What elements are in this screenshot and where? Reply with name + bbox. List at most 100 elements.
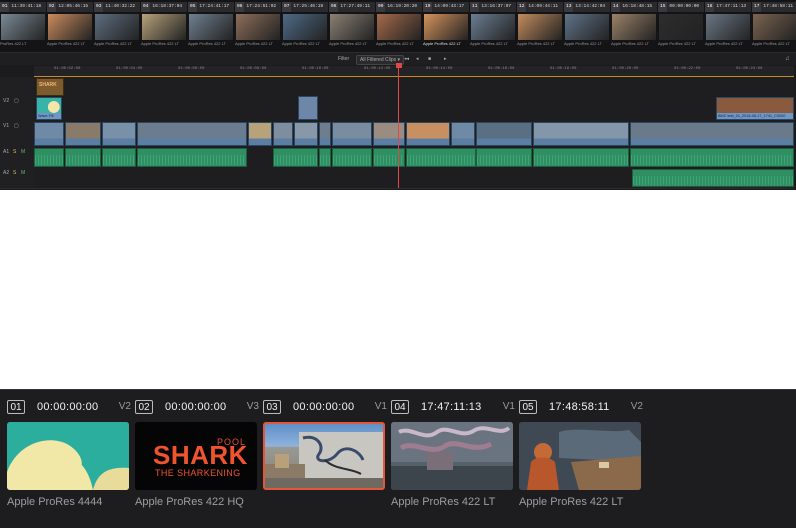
lock-icon[interactable]: ▢ bbox=[14, 98, 19, 104]
clip-thumbnail[interactable] bbox=[7, 422, 129, 490]
strip-clip-timecode: 11:40:32:22 bbox=[105, 4, 136, 9]
strip-clip-codec: Apple ProRes 422 LT bbox=[423, 41, 461, 46]
video-clip[interactable] bbox=[451, 122, 475, 146]
audio-clip[interactable] bbox=[476, 148, 532, 167]
video-clip[interactable] bbox=[248, 122, 272, 146]
strip-clip-thumbnail bbox=[706, 14, 750, 40]
strip-clip[interactable]: 02 12:05:46:15 Apple ProRes 422 LT bbox=[47, 2, 93, 50]
audio-clip[interactable] bbox=[406, 148, 476, 167]
strip-clip[interactable]: 03 11:40:32:22 Apple ProRes 422 LT bbox=[94, 2, 140, 50]
graffiti-street bbox=[391, 422, 513, 490]
video-clip[interactable] bbox=[373, 122, 405, 146]
clip-thumbnail[interactable] bbox=[519, 422, 641, 490]
strip-clip[interactable]: 04 16:18:37:04 Apple ProRes 422 LT bbox=[141, 2, 187, 50]
playhead[interactable] bbox=[398, 64, 399, 188]
track-label-v2: V2 bbox=[3, 98, 10, 104]
next-frame-icon[interactable]: ▸ bbox=[444, 55, 447, 63]
audio-clip[interactable] bbox=[373, 148, 405, 167]
video-clip[interactable] bbox=[533, 122, 629, 146]
clip-thumbnail[interactable]: POOL SHARK THE SHARKENING bbox=[135, 422, 257, 490]
strip-clip[interactable]: 14 16:18:48:15 Apple ProRes 422 LT bbox=[611, 2, 657, 50]
audio-clip[interactable] bbox=[102, 148, 136, 167]
audio-icon[interactable]: ♫ bbox=[785, 55, 790, 63]
strip-clip-header: 10 14:09:43:17 bbox=[423, 2, 469, 12]
mute-icon[interactable]: M bbox=[21, 170, 25, 176]
strip-clip-timecode: 14:09:43:17 bbox=[434, 4, 465, 9]
track-lane-a2[interactable] bbox=[34, 168, 794, 189]
strip-clip-header: 01 11:39:41:18 bbox=[0, 2, 46, 12]
track-header-a1: A1 S M bbox=[0, 147, 34, 169]
title-clip-text: SHARK bbox=[39, 82, 57, 88]
video-clip[interactable] bbox=[102, 122, 136, 146]
clip-thumbnail[interactable] bbox=[391, 422, 513, 490]
playhead-handle[interactable] bbox=[396, 63, 402, 68]
video-clip[interactable] bbox=[476, 122, 532, 146]
track-lane-a1[interactable] bbox=[34, 147, 794, 169]
audio-waveform bbox=[320, 155, 330, 165]
track-lane-v2[interactable]: Wave Fill BMC test_01_2016-08-17_1741_C0… bbox=[34, 96, 794, 122]
stop-icon[interactable]: ■ bbox=[428, 55, 431, 63]
strip-clip[interactable]: 12 14:09:44:11 Apple ProRes 422 LT bbox=[517, 2, 563, 50]
audio-clip[interactable] bbox=[332, 148, 372, 167]
track-label-a1: A1 bbox=[3, 149, 10, 155]
audio-clip[interactable] bbox=[137, 148, 247, 167]
strip-clip[interactable]: 06 17:24:51:02 Apple ProRes 422 LT bbox=[235, 2, 281, 50]
strip-clip-codec: Apple ProRes 422 LT bbox=[141, 41, 179, 46]
video-clip[interactable] bbox=[65, 122, 101, 146]
clip-card[interactable]: 01 00:00:00:00 V2 Apple ProRes 4444 bbox=[7, 398, 131, 516]
clip-card[interactable]: 02 00:00:00:00 V3 POOL SHARK THE SHARKEN… bbox=[135, 398, 259, 516]
strip-clip[interactable]: 08 17:27:49:11 Apple ProRes 422 LT bbox=[329, 2, 375, 50]
strip-clip-timecode: 17:24:51:02 bbox=[246, 4, 277, 9]
strip-clip[interactable]: 10 14:09:43:17 Apple ProRes 422 LT bbox=[423, 2, 469, 50]
video-clip[interactable] bbox=[294, 122, 318, 146]
audio-clip[interactable] bbox=[273, 148, 318, 167]
strip-clip[interactable]: 16 17:47:11:13 Apple ProRes 422 LT bbox=[705, 2, 751, 50]
strip-clip[interactable]: 09 16:19:20:20 Apple ProRes 422 LT bbox=[376, 2, 422, 50]
strip-clip-number: 14 bbox=[611, 2, 621, 12]
timeline-ruler[interactable]: 01:00:02:00 01:00:04:00 01:00:06:00 01:00:0… bbox=[34, 66, 794, 77]
video-clip[interactable] bbox=[406, 122, 450, 146]
audio-clip[interactable] bbox=[65, 148, 101, 167]
strip-clip[interactable]: 05 17:24:41:17 Apple ProRes 422 LT bbox=[188, 2, 234, 50]
audio-waveform bbox=[631, 155, 793, 165]
audio-clip[interactable] bbox=[34, 148, 64, 167]
strip-clip[interactable]: 17 17:48:58:11 Apple ProRes 422 LT bbox=[752, 2, 796, 50]
strip-clip-thumbnail bbox=[518, 14, 562, 40]
strip-clip[interactable]: 15 00:00:00:00 Apple ProRes 422 LT bbox=[658, 2, 704, 50]
audio-waveform bbox=[534, 155, 628, 165]
clip-card-selected[interactable]: 03 00:00:00:00 V1 bbox=[263, 398, 387, 516]
solo-icon[interactable]: S bbox=[13, 170, 16, 176]
video-clip[interactable] bbox=[273, 122, 293, 146]
strip-clip[interactable]: 11 13:16:37:07 Apple ProRes 422 LT bbox=[470, 2, 516, 50]
audio-clip[interactable] bbox=[533, 148, 629, 167]
mute-icon[interactable]: M bbox=[21, 149, 25, 155]
audio-clip[interactable] bbox=[319, 148, 331, 167]
clip-card[interactable]: 05 17:48:58:11 V2 Apple ProRes 422 LT bbox=[519, 398, 643, 516]
solo-icon[interactable]: S bbox=[13, 149, 16, 155]
video-clip[interactable]: BMC test_01_2016-08-17_1741_C0000 bbox=[716, 97, 794, 120]
strip-clip-thumbnail bbox=[283, 14, 327, 40]
lock-icon[interactable]: ▢ bbox=[14, 123, 19, 129]
strip-clip[interactable]: 01 11:39:41:18 ProRes 422 LT bbox=[0, 2, 46, 50]
video-clip[interactable] bbox=[34, 122, 64, 146]
clip-card[interactable]: 04 17:47:11:13 V1 Apple ProRes 422 LT bbox=[391, 398, 515, 516]
audio-clip[interactable] bbox=[632, 169, 794, 187]
strip-clip-thumbnail bbox=[612, 14, 656, 40]
video-clip[interactable] bbox=[319, 122, 331, 146]
video-clip[interactable]: Wave Fill bbox=[36, 97, 62, 120]
title-clip[interactable]: SHARK bbox=[36, 78, 64, 96]
video-clip[interactable] bbox=[298, 96, 318, 120]
video-clip[interactable] bbox=[332, 122, 372, 146]
strip-clip[interactable]: 13 13:14:42:04 Apple ProRes 422 LT bbox=[564, 2, 610, 50]
audio-clip[interactable] bbox=[630, 148, 794, 167]
strip-clip[interactable]: 07 17:25:46:19 Apple ProRes 422 LT bbox=[282, 2, 328, 50]
clip-thumbnail[interactable] bbox=[263, 422, 385, 490]
video-clip[interactable] bbox=[137, 122, 247, 146]
previous-icon[interactable]: ◂◂ bbox=[404, 55, 409, 63]
track-lane-v1[interactable] bbox=[34, 121, 794, 148]
prev-frame-icon[interactable]: ◂ bbox=[416, 55, 419, 63]
track-lane-v3[interactable]: SHARK bbox=[34, 77, 794, 97]
ruler-tick: 01:00:04:00 bbox=[116, 67, 143, 71]
video-clip[interactable] bbox=[630, 122, 794, 146]
strip-clip-thumbnail bbox=[659, 14, 703, 40]
